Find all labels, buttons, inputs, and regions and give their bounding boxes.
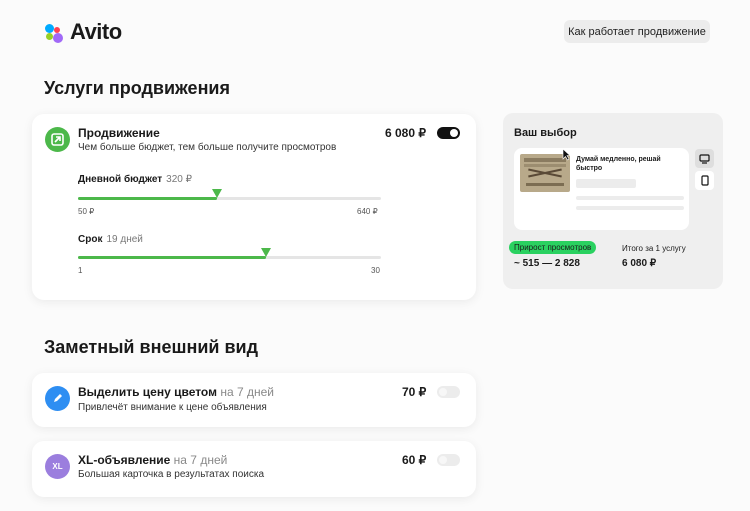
budget-label: Дневной бюджет 320 ₽ bbox=[78, 174, 192, 185]
xl-listing-price: 60 ₽ bbox=[402, 453, 427, 467]
mouse-cursor-icon bbox=[562, 148, 571, 164]
promotion-title: Продвижение bbox=[78, 126, 160, 140]
preview-placeholder-line bbox=[576, 206, 684, 210]
budget-min-label: 50 ₽ bbox=[78, 207, 95, 216]
promotion-section-title: Услуги продвижения bbox=[44, 78, 231, 98]
total-label: Итого за 1 услугу bbox=[622, 244, 686, 253]
promotion-description: Чем больше бюджет, тем больше получите п… bbox=[78, 142, 337, 153]
budget-slider[interactable] bbox=[78, 189, 381, 200]
promotion-arrow-icon bbox=[45, 127, 70, 152]
xl-listing-card: XL XL-объявление на 7 дней Большая карто… bbox=[32, 441, 476, 497]
highlight-price-title: Выделить цену цветом на 7 дней bbox=[78, 385, 274, 399]
avito-logo-dots-icon bbox=[44, 21, 66, 43]
promotion-toggle[interactable] bbox=[437, 127, 460, 139]
appearance-section-title: Заметный внешний вид bbox=[44, 337, 259, 357]
listing-preview: Думай медленно, решай быстро bbox=[514, 148, 689, 230]
preview-title: Думай медленно, решай быстро bbox=[576, 156, 661, 172]
duration-min-label: 1 bbox=[78, 266, 83, 275]
budget-slider-fill bbox=[78, 197, 217, 200]
xl-listing-description: Большая карточка в результатах поиска bbox=[78, 469, 265, 480]
duration-max-label: 30 bbox=[371, 266, 380, 275]
budget-max-label: 640 ₽ bbox=[357, 207, 378, 216]
avito-logo[interactable]: Avito bbox=[44, 19, 122, 45]
duration-label: Срок 19 дней bbox=[78, 234, 143, 245]
mobile-view-icon[interactable] bbox=[695, 171, 714, 190]
pencil-icon bbox=[45, 386, 70, 411]
preview-placeholder-price bbox=[576, 179, 636, 188]
highlight-price-description: Привлечёт внимание к цене объявления bbox=[78, 402, 267, 413]
xl-listing-title: XL-объявление на 7 дней bbox=[78, 453, 228, 467]
summary-panel: Ваш выбор Думай медленно, решай быстро П… bbox=[503, 113, 723, 289]
duration-slider-fill bbox=[78, 256, 267, 259]
highlight-price-toggle[interactable] bbox=[437, 386, 460, 398]
highlight-price-card: Выделить цену цветом на 7 дней Привлечёт… bbox=[32, 373, 476, 427]
budget-value: 320 ₽ bbox=[166, 174, 192, 185]
budget-slider-handle[interactable] bbox=[211, 189, 222, 198]
how-promotion-works-button[interactable]: Как работает продвижение bbox=[564, 20, 710, 43]
preview-placeholder-line bbox=[576, 196, 684, 200]
promotion-card: Продвижение Чем больше бюджет, тем больш… bbox=[32, 114, 476, 300]
xl-listing-toggle[interactable] bbox=[437, 454, 460, 466]
promotion-price: 6 080 ₽ bbox=[385, 126, 426, 140]
total-value: 6 080 ₽ bbox=[622, 258, 657, 269]
logo-text: Avito bbox=[70, 19, 122, 44]
duration-value: 19 дней bbox=[106, 234, 143, 245]
xl-icon: XL bbox=[45, 454, 70, 479]
desktop-view-icon[interactable] bbox=[695, 149, 714, 168]
views-growth-value: ~ 515 — 2 828 bbox=[514, 258, 580, 269]
summary-title: Ваш выбор bbox=[514, 127, 577, 139]
highlight-price-price: 70 ₽ bbox=[402, 385, 427, 399]
duration-slider-handle[interactable] bbox=[261, 248, 272, 257]
duration-slider[interactable] bbox=[78, 248, 381, 259]
views-growth-badge: Прирост просмотров bbox=[509, 241, 597, 254]
